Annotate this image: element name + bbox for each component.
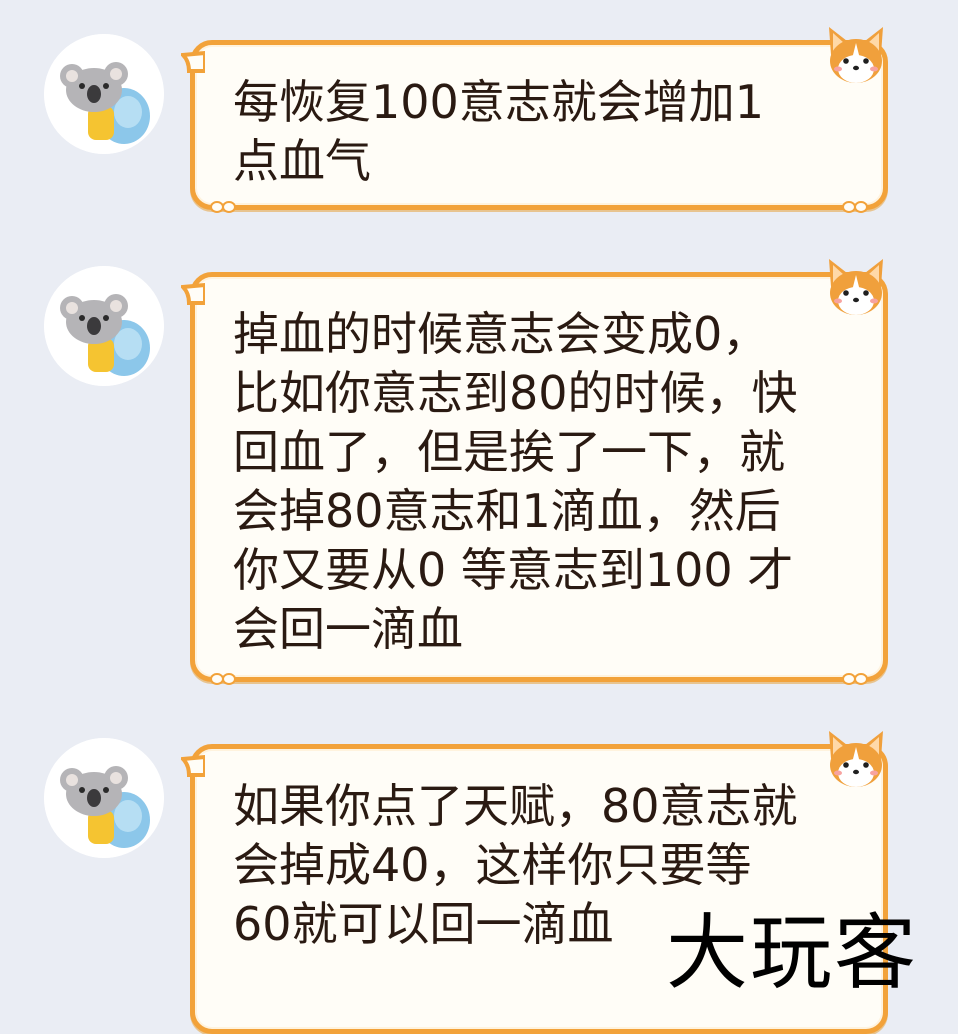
- corgi-head-icon: [829, 731, 883, 787]
- corgi-head-icon: [829, 259, 883, 315]
- avatar-koala-icon[interactable]: [44, 266, 164, 386]
- avatar-koala-icon[interactable]: [44, 738, 164, 858]
- message-text: 掉血的时候意志会变成0， 比如你意志到80的时候，快 回血了，但是挨了一下，就 …: [233, 307, 798, 656]
- avatar-koala-icon[interactable]: [44, 34, 164, 154]
- message-text: 每恢复100意志就会增加1 点血气: [233, 75, 765, 188]
- paw-icon: [842, 201, 868, 213]
- paw-icon: [210, 201, 236, 213]
- paw-icon: [210, 673, 236, 685]
- bubble-tail-icon: [181, 51, 205, 73]
- paw-icon: [842, 673, 868, 685]
- bubble-tail-icon: [181, 283, 205, 305]
- message-bubble-2[interactable]: 掉血的时候意志会变成0， 比如你意志到80的时候，快 回血了，但是挨了一下，就 …: [181, 259, 888, 685]
- bubble-tail-icon: [181, 755, 205, 777]
- message-bubble-1[interactable]: 每恢复100意志就会增加1 点血气: [181, 27, 888, 213]
- watermark: 大玩客: [666, 906, 919, 1001]
- corgi-head-icon: [829, 27, 883, 83]
- koala-icon: [44, 34, 164, 154]
- koala-icon: [44, 738, 164, 858]
- koala-icon: [44, 266, 164, 386]
